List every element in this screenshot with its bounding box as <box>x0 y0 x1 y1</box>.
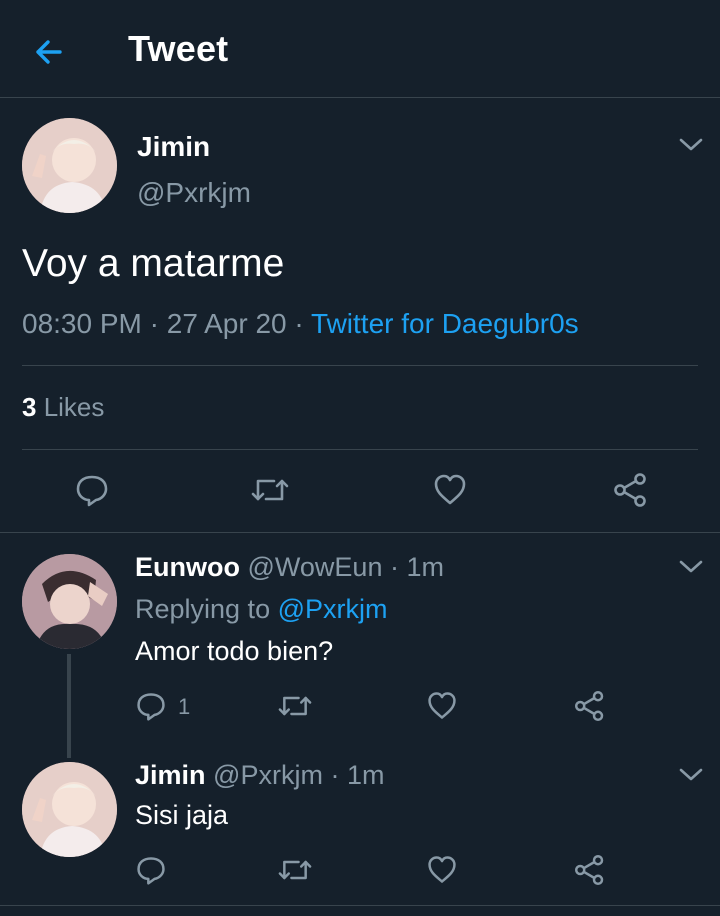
likes-summary[interactable]: 3 Likes <box>22 392 104 423</box>
divider <box>22 449 698 450</box>
chevron-down-icon[interactable] <box>678 558 704 576</box>
share-button[interactable] <box>612 472 650 508</box>
reply-author-name[interactable]: Eunwoo <box>135 552 240 582</box>
replying-to-label: Replying to <box>135 594 278 624</box>
retweet-icon <box>251 479 289 501</box>
divider <box>22 365 698 366</box>
retweet-icon <box>278 696 312 716</box>
thread-connector <box>67 654 71 758</box>
replying-to-line: Replying to @Pxrkjm <box>135 594 388 625</box>
tweet-source-link[interactable]: Twitter for Daegubr0s <box>311 308 579 339</box>
reply-author-line: Eunwoo @WowEun · 1m <box>135 552 444 583</box>
page-title: Tweet <box>128 28 229 69</box>
share-button[interactable] <box>573 690 607 722</box>
back-arrow-icon[interactable] <box>30 32 70 72</box>
heart-icon <box>428 692 456 719</box>
likes-count: 3 <box>22 392 37 422</box>
share-button[interactable] <box>573 854 607 886</box>
reply-count: 1 <box>178 694 191 719</box>
meta-separator: · <box>322 760 347 790</box>
avatar[interactable] <box>22 762 117 857</box>
author-handle[interactable]: @Pxrkjm <box>137 177 251 209</box>
meta-separator: · <box>382 552 407 582</box>
avatar[interactable] <box>22 554 117 649</box>
reply-author-name[interactable]: Jimin <box>135 760 206 790</box>
reply-time: 1m <box>346 760 385 790</box>
reply-button[interactable] <box>135 690 167 722</box>
retweet-icon <box>278 860 312 880</box>
reply-author-handle[interactable]: @WowEun <box>248 552 383 582</box>
meta-separator: · <box>286 308 312 339</box>
tweet-text: Voy a matarme <box>22 242 285 285</box>
divider <box>0 905 720 906</box>
share-icon <box>574 690 604 722</box>
divider <box>0 532 720 533</box>
reply-time: 1m <box>406 552 444 582</box>
chevron-down-icon[interactable] <box>678 136 704 154</box>
reply-author-handle[interactable]: @Pxrkjm <box>213 760 323 790</box>
chevron-down-icon[interactable] <box>678 766 704 784</box>
reply-text: Amor todo bien? <box>135 636 334 666</box>
replying-to-mention[interactable]: @Pxrkjm <box>278 594 388 624</box>
likes-label: Likes <box>36 392 105 422</box>
share-icon <box>574 854 604 886</box>
like-button[interactable] <box>426 854 458 886</box>
heart-icon <box>434 474 466 505</box>
like-button[interactable] <box>432 472 468 508</box>
like-button[interactable] <box>426 690 458 722</box>
meta-separator: · <box>141 308 167 339</box>
speech-bubble-icon <box>137 857 165 885</box>
tweet-date: 27 Apr 20 <box>166 308 287 339</box>
speech-bubble-icon <box>137 693 165 721</box>
author-name[interactable]: Jimin <box>137 131 210 163</box>
tweet-time: 08:30 PM <box>22 308 142 339</box>
speech-bubble-icon <box>76 475 108 507</box>
heart-icon <box>428 856 456 883</box>
retweet-button[interactable] <box>277 690 313 722</box>
reply-button[interactable] <box>135 854 167 886</box>
retweet-button[interactable] <box>277 854 313 886</box>
tweet-meta: 08:30 PM · 27 Apr 20 · Twitter for Daegu… <box>22 308 579 340</box>
top-bar: Tweet <box>0 0 720 98</box>
retweet-button[interactable] <box>250 472 290 508</box>
reply-button[interactable] <box>74 472 110 508</box>
reply-author-line: Jimin @Pxrkjm · 1m <box>135 760 384 791</box>
reply-text: Sisi jaja <box>135 800 229 830</box>
avatar[interactable] <box>22 118 117 213</box>
share-icon <box>614 473 646 507</box>
